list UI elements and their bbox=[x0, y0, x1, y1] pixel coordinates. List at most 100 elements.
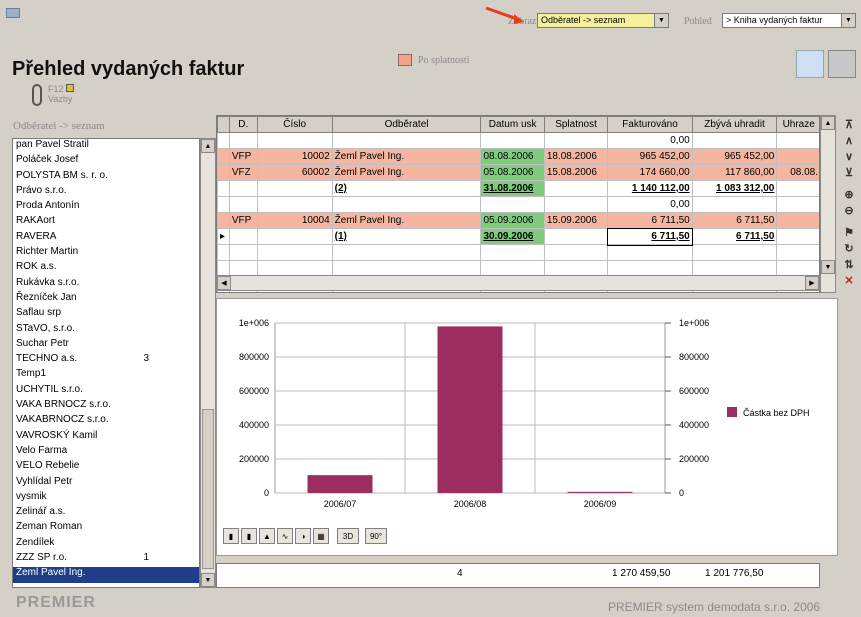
table-cell[interactable]: 6 711,50 bbox=[606, 227, 694, 246]
table-cell[interactable] bbox=[776, 228, 819, 245]
row-selector[interactable]: ▸ bbox=[217, 228, 230, 245]
table-type-icon[interactable]: ▦ bbox=[313, 528, 329, 544]
bar-chart-type-icon[interactable]: ▮ bbox=[223, 528, 239, 544]
table-cell[interactable] bbox=[543, 180, 609, 197]
table-cell[interactable]: VFP bbox=[228, 212, 258, 229]
zoom-in-icon[interactable]: ⊕ bbox=[841, 188, 857, 202]
row-selector[interactable] bbox=[217, 148, 230, 165]
table-cell[interactable] bbox=[776, 196, 819, 213]
filter-icon[interactable]: ⚑ bbox=[841, 226, 857, 240]
column-header[interactable]: Splatnost bbox=[543, 116, 609, 133]
customer-list-item[interactable]: Řezníček Jan bbox=[13, 292, 199, 307]
customer-list-item[interactable]: Zelinář a.s. bbox=[13, 506, 199, 521]
customer-list-item[interactable]: ROK a.s. bbox=[13, 261, 199, 276]
table-row[interactable]: 0,00 bbox=[217, 132, 819, 149]
scroll-up-icon[interactable]: ▲ bbox=[201, 139, 215, 153]
table-cell[interactable] bbox=[331, 196, 482, 213]
customer-list-item[interactable]: POLYSTA BM s. r. o. bbox=[13, 170, 199, 185]
sort-icon[interactable]: ⇅ bbox=[841, 258, 857, 272]
customer-list-item[interactable]: STaVO, s.r.o. bbox=[13, 323, 199, 338]
row-selector[interactable] bbox=[217, 180, 230, 197]
rotate-90-button[interactable]: 90° bbox=[365, 528, 387, 544]
column-header[interactable]: Fakturováno bbox=[607, 116, 693, 133]
customer-list-item[interactable]: Poláček Josef bbox=[13, 154, 199, 169]
area-chart-type-icon[interactable]: ▲ bbox=[259, 528, 275, 544]
table-cell[interactable] bbox=[776, 180, 819, 197]
table-cell[interactable] bbox=[228, 228, 258, 245]
scroll-down-icon[interactable]: ▼ bbox=[201, 573, 215, 587]
export-icon[interactable] bbox=[796, 50, 824, 78]
table-cell[interactable]: 965 452,00 bbox=[607, 148, 693, 165]
previous-record-icon[interactable]: ∧ bbox=[841, 134, 857, 148]
pie-chart-type-icon[interactable]: ◑ bbox=[295, 528, 311, 544]
table-cell[interactable]: 31.08.2006 bbox=[480, 180, 545, 197]
customer-list-item[interactable]: Zeman Roman bbox=[13, 521, 199, 536]
table-cell[interactable]: 1 140 112,00 bbox=[607, 180, 693, 197]
table-cell[interactable]: (2) bbox=[331, 180, 482, 197]
column-header[interactable]: Uhraze bbox=[776, 116, 819, 133]
customer-list-item[interactable]: Rukávka s.r.o. bbox=[13, 277, 199, 292]
table-cell[interactable] bbox=[228, 196, 258, 213]
table-row[interactable]: VFP 10004 Žeml Pavel Ing. 05.09.2006 15.09.2… bbox=[217, 212, 819, 229]
vazby-button[interactable]: F12 Vazby bbox=[32, 84, 75, 106]
table-cell[interactable] bbox=[543, 132, 609, 149]
row-selector[interactable] bbox=[217, 132, 230, 149]
table-cell[interactable]: 0,00 bbox=[607, 132, 693, 149]
customer-list-item[interactable]: VAKA BRNOCZ s.r.o. bbox=[13, 399, 199, 414]
table-cell[interactable]: 15.08.2006 bbox=[543, 164, 609, 181]
grid-scrollbar[interactable]: ▲ ▼ bbox=[820, 115, 836, 293]
customer-list-item[interactable]: Saflau srp bbox=[13, 307, 199, 322]
column-header[interactable]: Datum usk bbox=[480, 116, 545, 133]
table-cell[interactable]: 05.09.2006 bbox=[480, 212, 545, 229]
column-header[interactable]: Odběratel bbox=[331, 116, 482, 133]
customer-list-item[interactable]: Zendílek bbox=[13, 537, 199, 552]
window-menu-icon[interactable] bbox=[6, 8, 20, 18]
table-cell[interactable]: 1 083 312,00 bbox=[691, 180, 778, 197]
table-cell[interactable]: 10002 bbox=[256, 148, 333, 165]
chevron-down-icon[interactable]: ▼ bbox=[654, 14, 668, 27]
customer-list-item[interactable]: Žeml Pavel Ing. bbox=[13, 567, 199, 583]
scroll-left-icon[interactable]: ◀ bbox=[217, 276, 231, 290]
column-header[interactable]: Číslo bbox=[256, 116, 333, 133]
customer-list-item[interactable]: Temp1 bbox=[13, 368, 199, 383]
delete-icon[interactable]: ✕ bbox=[841, 274, 857, 288]
table-row[interactable]: 0,00 bbox=[217, 196, 819, 213]
table-cell[interactable] bbox=[691, 132, 778, 149]
table-cell[interactable] bbox=[228, 132, 258, 149]
line-chart-type-icon[interactable]: ∿ bbox=[277, 528, 293, 544]
row-selector[interactable] bbox=[217, 196, 230, 213]
zoom-out-icon[interactable]: ⊖ bbox=[841, 204, 857, 218]
table-row[interactable]: VFZ 60002 Žeml Pavel Ing. 05.08.2006 15.08.2… bbox=[217, 164, 819, 181]
table-cell[interactable]: 6 711,50 bbox=[607, 212, 693, 229]
last-record-icon[interactable]: ⊻ bbox=[841, 166, 857, 180]
table-cell[interactable] bbox=[256, 180, 333, 197]
customer-list-item[interactable]: VAVROSKÝ Kamil bbox=[13, 430, 199, 445]
customer-list-scrollbar[interactable]: ▲ ▼ bbox=[200, 138, 216, 588]
table-cell[interactable]: (1) bbox=[331, 228, 482, 245]
table-cell[interactable] bbox=[256, 196, 333, 213]
first-record-icon[interactable]: ⊼ bbox=[841, 118, 857, 132]
customer-list-item[interactable]: VELO Rebelie bbox=[13, 460, 199, 475]
table-cell[interactable] bbox=[543, 196, 609, 213]
table-cell[interactable] bbox=[228, 180, 258, 197]
table-cell[interactable]: 15.09.2006 bbox=[543, 212, 609, 229]
table-cell[interactable]: 60002 bbox=[256, 164, 333, 181]
stacked-bar-type-icon[interactable]: ▮ bbox=[241, 528, 257, 544]
table-cell[interactable]: 6 711,50 bbox=[691, 212, 778, 229]
table-cell[interactable] bbox=[776, 132, 819, 149]
row-selector[interactable] bbox=[217, 164, 230, 181]
invoice-grid[interactable]: D. Číslo Odběratel Datum usk Splatnost Faktur… bbox=[216, 115, 820, 293]
table-cell[interactable]: VFP bbox=[228, 148, 258, 165]
customer-list-item[interactable]: TECHNO a.s. 3 bbox=[13, 353, 199, 368]
scroll-thumb[interactable] bbox=[202, 409, 214, 569]
table-cell[interactable]: 117 860,00 bbox=[691, 164, 778, 181]
column-header[interactable]: D. bbox=[228, 116, 258, 133]
table-cell[interactable] bbox=[256, 228, 333, 245]
table-row[interactable]: ▸ (1) 30.09.2006 6 711,50 6 711,50 bbox=[217, 227, 819, 246]
row-selector[interactable] bbox=[217, 212, 230, 229]
customer-list-item[interactable]: RAKAort bbox=[13, 215, 199, 230]
customer-list-item[interactable]: RAVERA bbox=[13, 231, 199, 246]
table-cell[interactable] bbox=[480, 196, 545, 213]
table-cell[interactable] bbox=[543, 228, 609, 245]
table-cell[interactable] bbox=[256, 132, 333, 149]
